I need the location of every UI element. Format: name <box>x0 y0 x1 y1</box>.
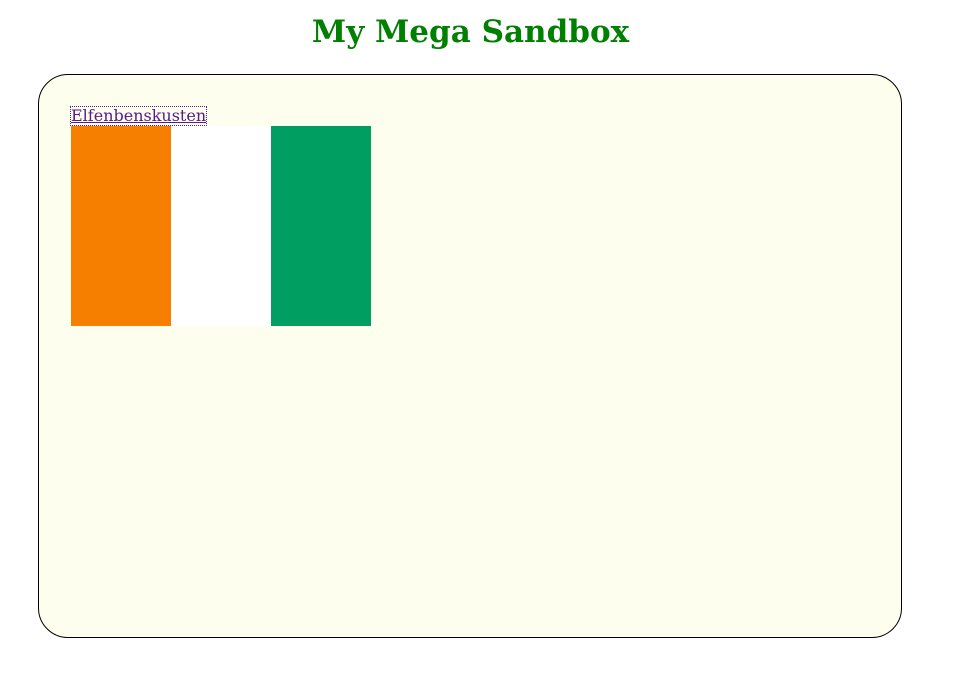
sandbox-panel: Elfenbenskusten <box>38 74 902 638</box>
flag-image <box>71 126 371 326</box>
page-title: My Mega Sandbox <box>311 14 630 50</box>
flag-stripe-middle <box>171 126 271 326</box>
country-link[interactable]: Elfenbenskusten <box>69 106 208 126</box>
flag-stripe-left <box>71 126 171 326</box>
flag-stripe-right <box>271 126 371 326</box>
